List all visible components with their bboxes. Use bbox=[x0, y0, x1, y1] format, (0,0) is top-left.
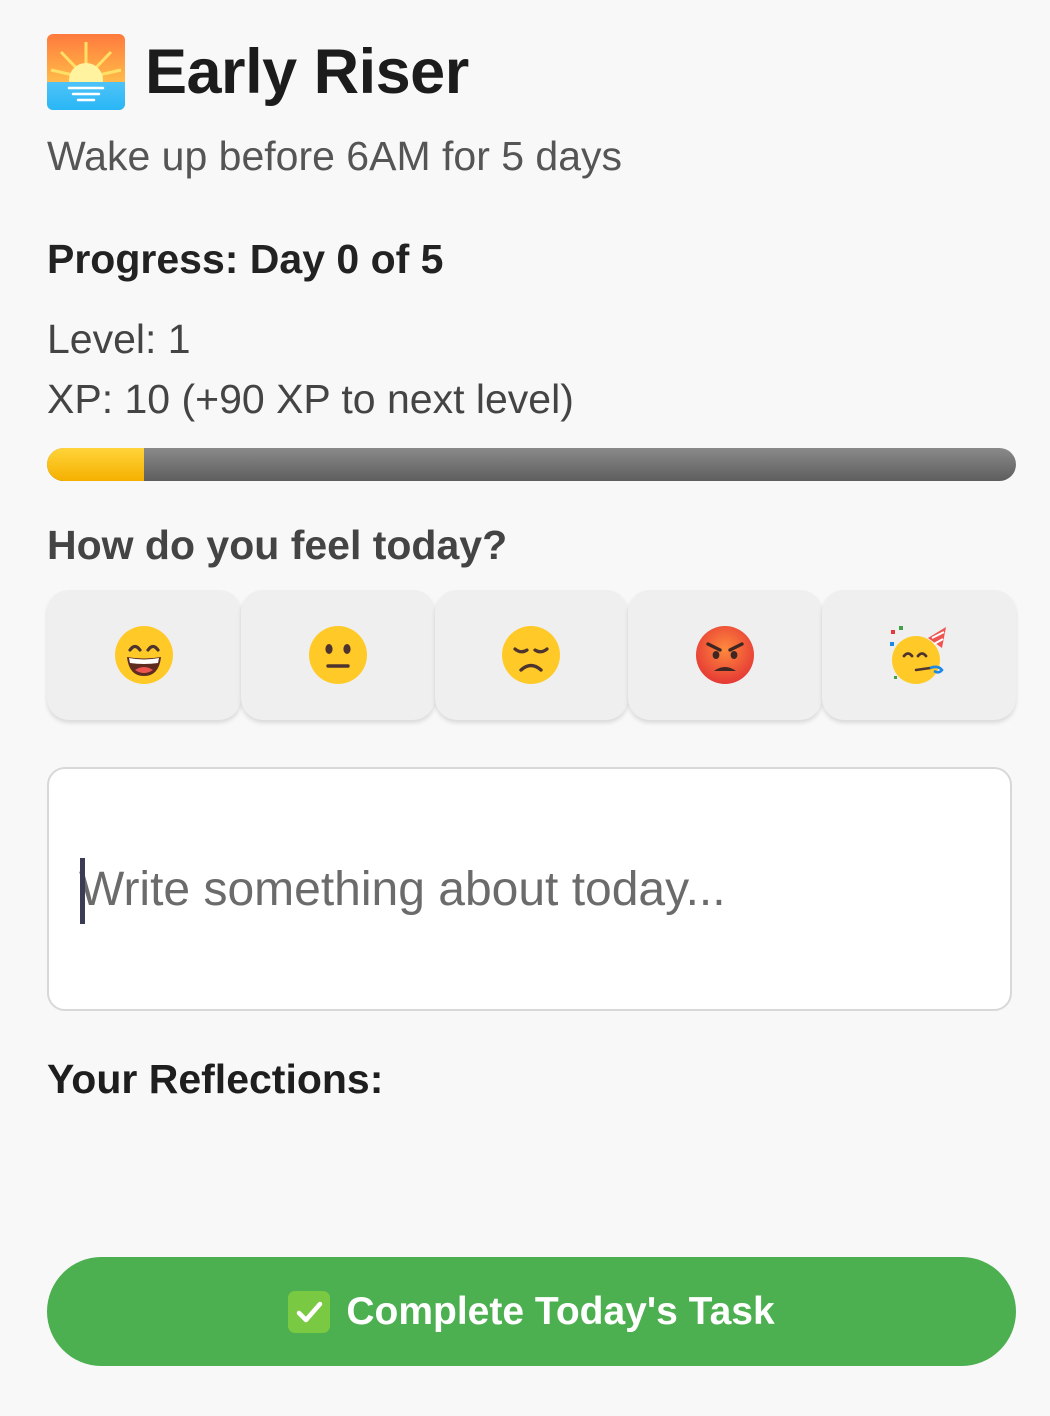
grinning-face-icon bbox=[113, 624, 175, 686]
complete-task-button[interactable]: Complete Today's Task bbox=[47, 1257, 1016, 1366]
level-text: Level: 1 bbox=[47, 316, 191, 362]
challenge-title: Early Riser bbox=[145, 36, 469, 107]
mood-option-disappointed[interactable] bbox=[434, 590, 629, 720]
reflection-box bbox=[47, 767, 1012, 1011]
challenge-subtitle: Wake up before 6AM for 5 days bbox=[47, 133, 623, 179]
disappointed-face-icon bbox=[500, 624, 562, 686]
mood-option-angry[interactable] bbox=[628, 590, 823, 720]
neutral-face-icon bbox=[307, 624, 369, 686]
mood-option-grinning[interactable] bbox=[47, 590, 241, 720]
complete-task-label: Complete Today's Task bbox=[346, 1289, 775, 1333]
challenge-header: Early Riser bbox=[47, 34, 469, 110]
mood-question: How do you feel today? bbox=[47, 522, 508, 568]
angry-face-icon bbox=[694, 624, 756, 686]
reflections-heading: Your Reflections: bbox=[47, 1056, 384, 1102]
check-mark-icon bbox=[288, 1290, 331, 1333]
reflection-input[interactable] bbox=[79, 854, 979, 924]
sunrise-icon bbox=[47, 34, 125, 110]
progress-label: Progress: Day 0 of 5 bbox=[47, 236, 444, 282]
text-caret bbox=[80, 858, 85, 924]
xp-progress-bar bbox=[47, 448, 1016, 481]
mood-option-partying[interactable] bbox=[822, 590, 1016, 720]
partying-face-icon bbox=[888, 624, 950, 686]
mood-option-neutral[interactable] bbox=[240, 590, 435, 720]
xp-progress-fill bbox=[47, 448, 144, 481]
xp-text: XP: 10 (+90 XP to next level) bbox=[47, 376, 574, 422]
mood-selector bbox=[47, 590, 1016, 720]
